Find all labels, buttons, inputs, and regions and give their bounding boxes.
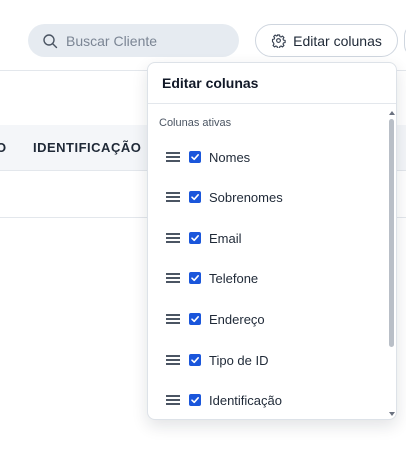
column-header-identificacao[interactable]: IDENTIFICAÇÃO — [33, 140, 141, 155]
checkbox-checked[interactable] — [189, 151, 201, 163]
column-header-partial[interactable]: O — [0, 140, 7, 155]
dropdown-title: Editar colunas — [162, 75, 259, 91]
column-item[interactable]: Sobrenomes — [166, 187, 283, 207]
column-item[interactable]: Nomes — [166, 147, 250, 167]
checkbox-checked[interactable] — [189, 354, 201, 366]
column-item[interactable]: Email — [166, 228, 242, 248]
edit-columns-label: Editar colunas — [293, 32, 382, 49]
column-label: Nomes — [209, 149, 251, 165]
drag-handle-icon[interactable] — [166, 395, 180, 405]
edit-columns-button[interactable]: Editar colunas — [255, 24, 398, 57]
search-icon — [43, 33, 58, 48]
check-icon — [191, 194, 199, 201]
check-icon — [191, 357, 199, 364]
column-label: Endereço — [209, 311, 265, 327]
column-label: Telefone — [209, 270, 259, 286]
checkbox-checked[interactable] — [189, 232, 201, 244]
column-item[interactable]: Tipo de ID — [166, 350, 269, 370]
checkbox-checked[interactable] — [189, 313, 201, 325]
drag-handle-icon[interactable] — [166, 355, 180, 365]
column-label: Tipo de ID — [209, 352, 269, 368]
drag-handle-icon[interactable] — [166, 314, 180, 324]
search-bar[interactable] — [28, 24, 239, 57]
drag-handle-icon[interactable] — [166, 192, 180, 202]
scroll-down-icon[interactable] — [389, 412, 395, 416]
check-icon — [191, 235, 199, 242]
search-input[interactable] — [66, 32, 216, 49]
scrollbar-thumb[interactable] — [389, 119, 394, 347]
edit-columns-dropdown: Editar colunas Colunas ativas Nomes Sobr… — [147, 62, 397, 420]
gear-icon — [272, 34, 286, 48]
column-label: Sobrenomes — [209, 189, 283, 205]
drag-handle-icon[interactable] — [166, 233, 180, 243]
dropdown-title-divider — [148, 103, 396, 104]
drag-handle-icon[interactable] — [166, 152, 180, 162]
column-label: Email — [209, 230, 242, 246]
column-item[interactable]: Telefone — [166, 268, 258, 288]
check-icon — [191, 154, 199, 161]
scroll-up-icon[interactable] — [389, 111, 395, 115]
checkbox-checked[interactable] — [189, 394, 201, 406]
drag-handle-icon[interactable] — [166, 273, 180, 283]
check-icon — [191, 316, 199, 323]
check-icon — [191, 275, 199, 282]
column-item[interactable]: Identificação — [166, 390, 282, 410]
checkbox-checked[interactable] — [189, 191, 201, 203]
check-icon — [191, 397, 199, 404]
column-item[interactable]: Endereço — [166, 309, 265, 329]
section-label-active-columns: Colunas ativas — [159, 117, 232, 129]
checkbox-checked[interactable] — [189, 272, 201, 284]
column-label: Identificação — [209, 392, 282, 408]
